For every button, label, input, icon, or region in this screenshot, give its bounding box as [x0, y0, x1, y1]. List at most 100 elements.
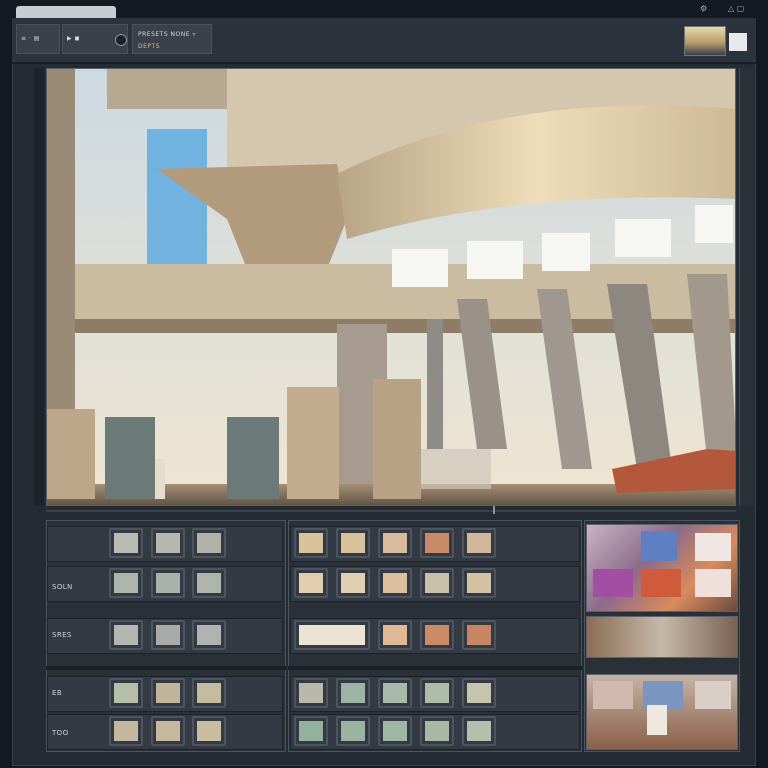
swatch[interactable] [378, 678, 412, 708]
scene-window-5 [695, 205, 733, 243]
swatch-color [156, 533, 180, 553]
swatch-color [156, 625, 180, 645]
swatch[interactable] [294, 568, 328, 598]
swatch[interactable] [294, 528, 328, 558]
swatch[interactable] [378, 716, 412, 746]
swatch[interactable] [336, 678, 370, 708]
preview-thumbnail-3[interactable] [586, 674, 738, 750]
swatch-color [341, 573, 365, 593]
preview-3-frame-2 [643, 681, 683, 709]
swatch-color [383, 683, 407, 703]
swatch-color [299, 721, 323, 741]
scene-silo-3 [227, 417, 279, 499]
app-tab[interactable] [16, 6, 116, 18]
swatch-color [341, 683, 365, 703]
swatch-color [197, 573, 221, 593]
swatch[interactable] [462, 678, 496, 708]
swatch[interactable] [109, 528, 143, 558]
swatch-color [467, 721, 491, 741]
preview-thumbnail-2[interactable] [586, 616, 738, 658]
swatch[interactable] [192, 620, 226, 650]
toolbar-group-2[interactable]: ▶ ◼ [62, 24, 128, 54]
scene-pillar-2 [427, 319, 443, 449]
swatch[interactable] [109, 716, 143, 746]
swatch-color [197, 683, 221, 703]
preview-1-frame-light [695, 533, 731, 561]
swatch[interactable] [192, 568, 226, 598]
swatch[interactable] [462, 568, 496, 598]
swatch[interactable] [462, 620, 496, 650]
swatch-color [467, 573, 491, 593]
swatch[interactable] [462, 716, 496, 746]
swatch[interactable] [420, 568, 454, 598]
swatch[interactable] [336, 716, 370, 746]
main-viewport[interactable] [46, 68, 736, 506]
toolbar-group-1[interactable]: ≡ · ▤ [16, 24, 60, 54]
swatch-color [114, 533, 138, 553]
swatch[interactable] [420, 678, 454, 708]
preview-thumbnail-1[interactable] [586, 524, 738, 612]
swatch[interactable] [420, 528, 454, 558]
swatch-color [114, 683, 138, 703]
swatch[interactable] [336, 528, 370, 558]
swatch[interactable] [151, 716, 185, 746]
swatch[interactable] [462, 528, 496, 558]
swatch[interactable] [420, 620, 454, 650]
swatch[interactable] [151, 528, 185, 558]
swatch[interactable] [151, 620, 185, 650]
viewport-scrollbar[interactable] [739, 68, 754, 506]
swatch-color [114, 573, 138, 593]
swatch-color [425, 533, 449, 553]
swatch-color [383, 573, 407, 593]
scene-sky-window [147, 129, 207, 269]
preview-3-frame-1 [593, 681, 633, 709]
scene-railing [421, 449, 491, 489]
preview-1-frame-purple [593, 569, 633, 597]
preview-3-art [593, 681, 731, 735]
swatch-color [425, 721, 449, 741]
thumbnail-badge [729, 33, 747, 51]
toolbar-knob[interactable] [115, 34, 127, 46]
viewport-ruler-left [34, 68, 44, 506]
swatch[interactable] [192, 678, 226, 708]
scene-silo-5 [373, 379, 421, 499]
swatch[interactable] [378, 528, 412, 558]
corner-view-icon[interactable]: △ ▢ [728, 4, 744, 13]
corner-settings-icon[interactable]: ⚙ [700, 4, 707, 13]
swatch[interactable] [109, 568, 143, 598]
swatch[interactable] [420, 716, 454, 746]
scene-figure [155, 459, 165, 499]
swatch[interactable] [109, 678, 143, 708]
scene-window-3 [542, 233, 590, 271]
swatch-color [197, 625, 221, 645]
toolbar-preset-label: PRESETS NONE ▿ [138, 31, 196, 38]
top-preview-thumbnail[interactable] [684, 26, 747, 56]
swatch-color [156, 721, 180, 741]
swatch[interactable] [378, 620, 412, 650]
left-row-3-label: SRES [52, 631, 72, 639]
swatch[interactable] [294, 678, 328, 708]
swatch[interactable] [336, 568, 370, 598]
toolbar-group-3[interactable]: PRESETS NONE ▿ DEPTS [132, 24, 212, 54]
swatch[interactable] [192, 528, 226, 558]
swatch-color [467, 533, 491, 553]
left-panel-separator [46, 666, 286, 670]
viewport-divider[interactable] [46, 506, 736, 514]
preview-1-frame-blue [641, 531, 677, 561]
swatch[interactable] [151, 678, 185, 708]
swatch-color [299, 625, 365, 645]
preview-3-figure [647, 705, 667, 735]
scene-render [47, 69, 735, 505]
swatch-wide[interactable] [294, 620, 370, 650]
swatch[interactable] [151, 568, 185, 598]
preview-1-frame-red [641, 569, 681, 597]
swatch[interactable] [192, 716, 226, 746]
swatch-color [156, 573, 180, 593]
swatch-color [383, 721, 407, 741]
swatch[interactable] [378, 568, 412, 598]
scene-window-1 [392, 249, 448, 287]
swatch-color [467, 625, 491, 645]
divider-handle[interactable] [493, 506, 495, 514]
swatch[interactable] [109, 620, 143, 650]
swatch[interactable] [294, 716, 328, 746]
